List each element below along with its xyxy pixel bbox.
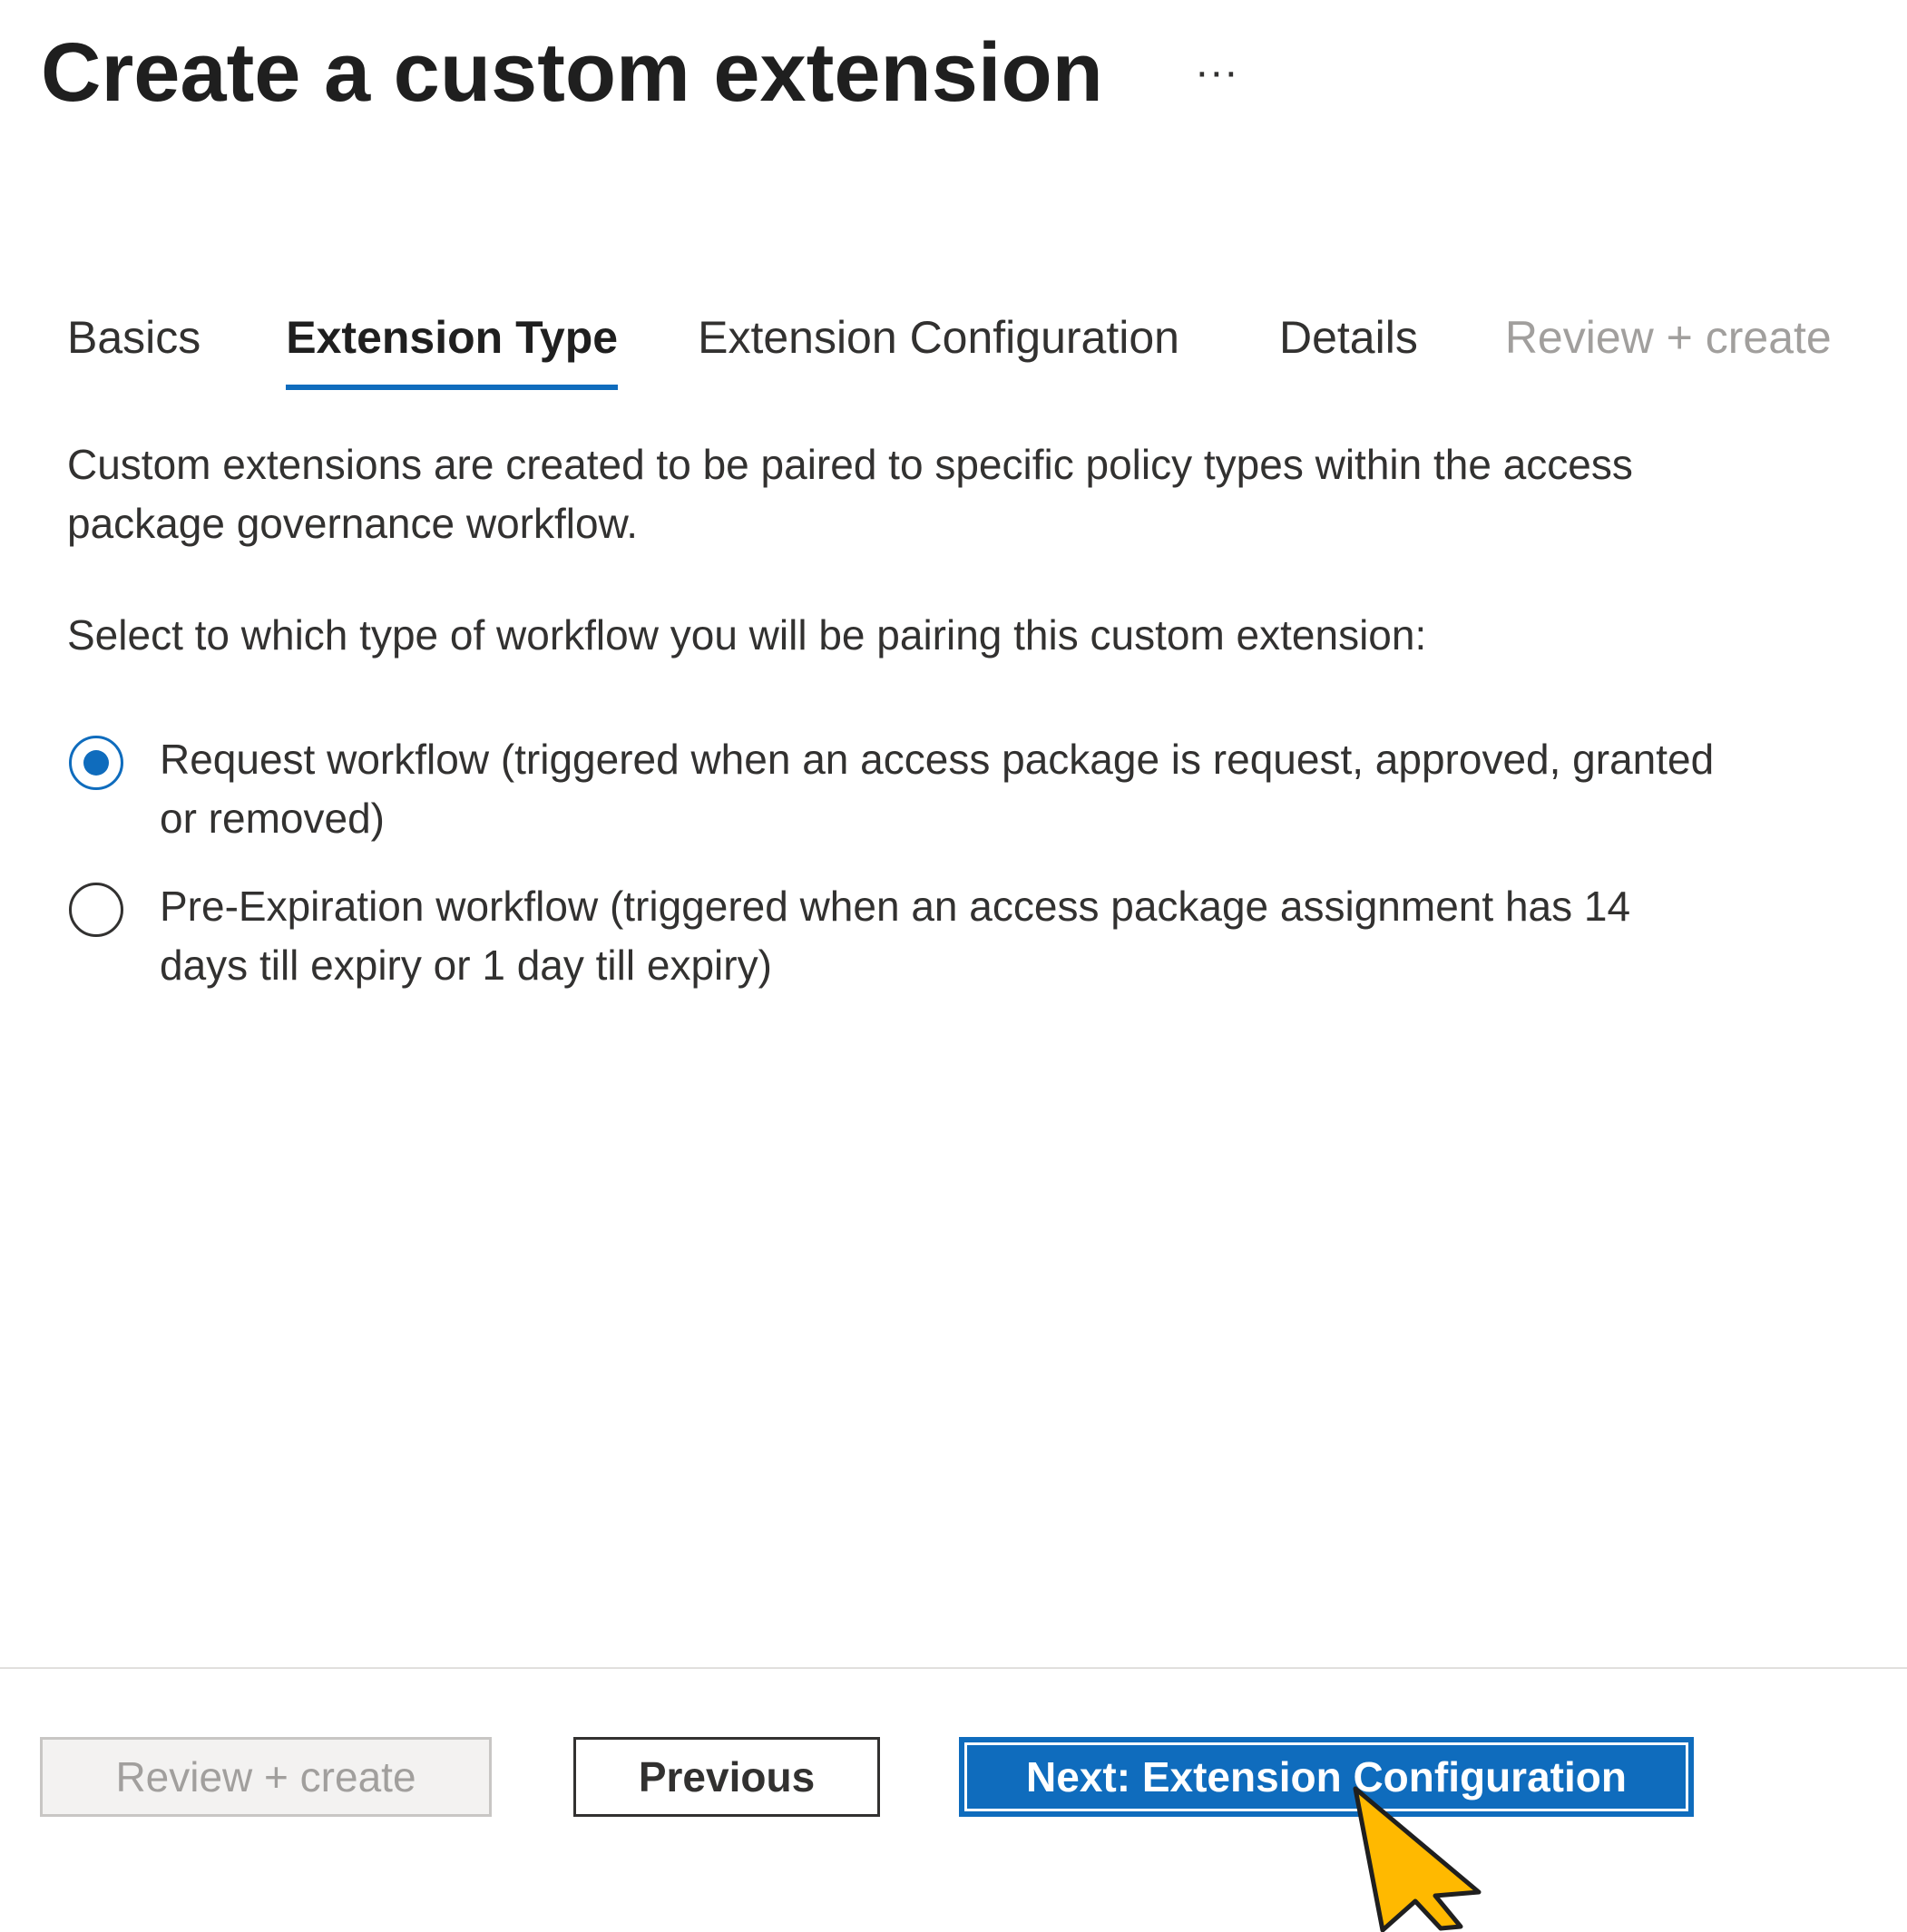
- review-create-button: Review + create: [40, 1737, 492, 1817]
- radio-option-pre-expiration-workflow[interactable]: Pre-Expiration workflow (triggered when …: [69, 877, 1720, 995]
- wizard-tabs: Basics Extension Type Extension Configur…: [67, 305, 1832, 395]
- create-custom-extension-page: Create a custom extension ··· Basics Ext…: [0, 0, 1907, 1932]
- radio-button-selected[interactable]: [69, 736, 123, 790]
- tab-details[interactable]: Details: [1279, 305, 1418, 395]
- workflow-type-prompt: Select to which type of workflow you wil…: [67, 611, 1427, 659]
- tab-review-create: Review + create: [1504, 312, 1832, 363]
- previous-button[interactable]: Previous: [573, 1737, 880, 1817]
- more-options-icon[interactable]: ···: [1189, 45, 1244, 100]
- footer-divider: [0, 1667, 1907, 1669]
- next-extension-configuration-button[interactable]: Next: Extension Configuration: [959, 1737, 1694, 1817]
- workflow-type-radio-group: Request workflow (triggered when an acce…: [69, 730, 1720, 1024]
- tab-extension-configuration[interactable]: Extension Configuration: [698, 305, 1179, 395]
- tab-basics[interactable]: Basics: [67, 305, 200, 395]
- radio-button-unselected[interactable]: [69, 883, 123, 937]
- page-title: Create a custom extension: [41, 26, 1103, 119]
- title-row: Create a custom extension ···: [41, 18, 1244, 127]
- tab-extension-type[interactable]: Extension Type: [286, 305, 618, 395]
- radio-label-pre-expiration-workflow: Pre-Expiration workflow (triggered when …: [160, 883, 1631, 989]
- radio-option-request-workflow[interactable]: Request workflow (triggered when an acce…: [69, 730, 1720, 848]
- radio-label-request-workflow: Request workflow (triggered when an acce…: [160, 736, 1715, 842]
- extension-type-description: Custom extensions are created to be pair…: [67, 441, 1633, 547]
